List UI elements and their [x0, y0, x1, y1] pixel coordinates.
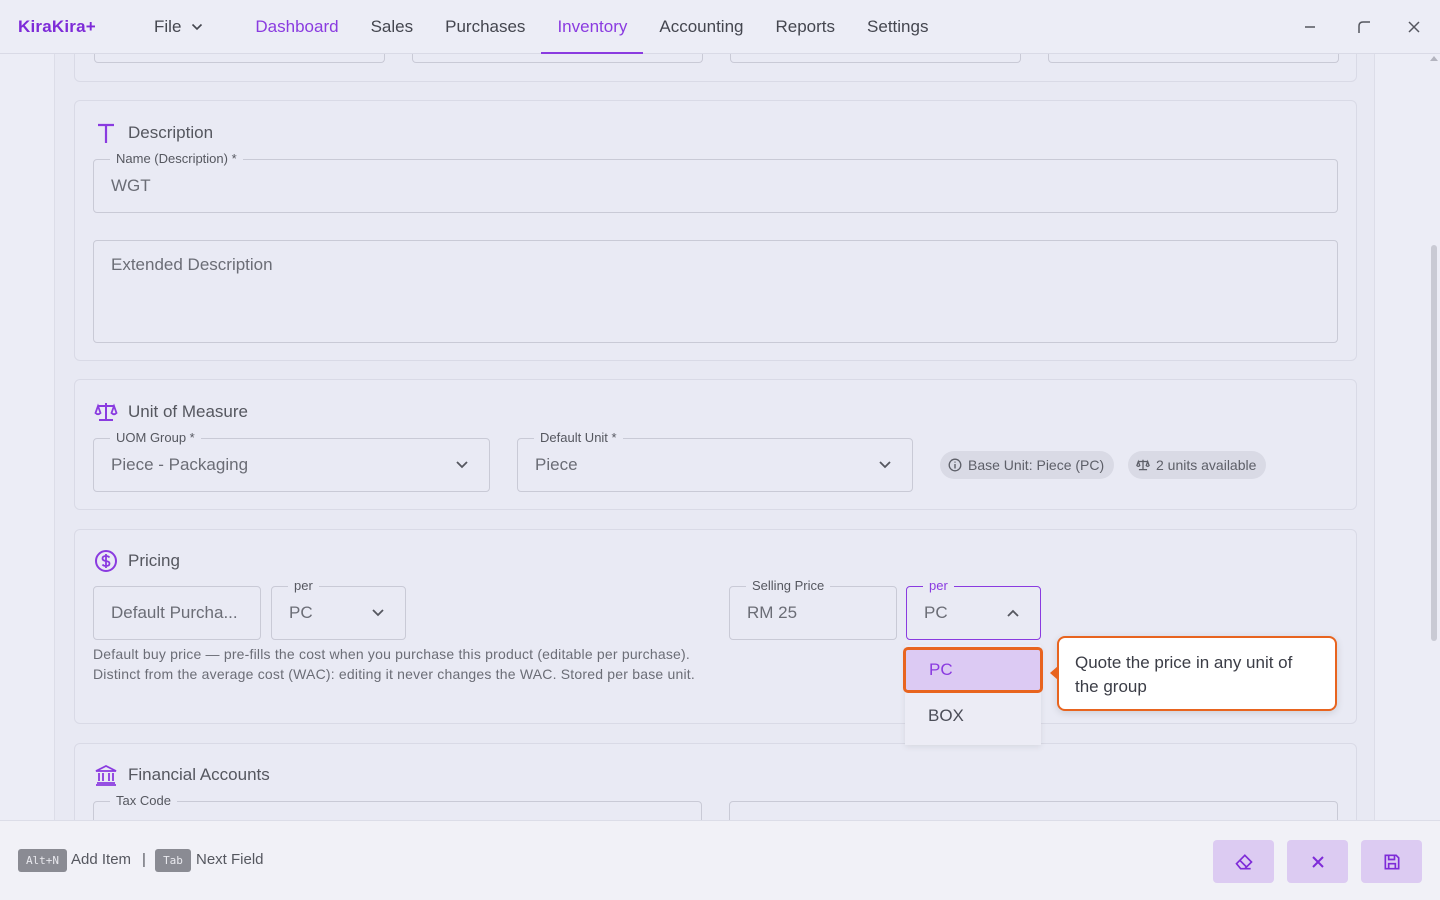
selling-price-input[interactable]: Selling Price RM 25: [729, 578, 897, 640]
minimize-icon: [1305, 26, 1315, 28]
scale-icon: [1136, 459, 1150, 471]
bank-icon: [95, 764, 117, 786]
default-purchase-price-placeholder: Default Purcha...: [111, 603, 238, 622]
minimize-button[interactable]: [1297, 14, 1323, 40]
save-icon: [1384, 854, 1399, 869]
shortcut-add-item-text: Add Item: [71, 851, 132, 868]
unit-option-box[interactable]: BOX: [905, 693, 1041, 739]
scale-icon: [94, 403, 118, 421]
uom-title: Unit of Measure: [94, 400, 248, 424]
purchase-price-help-text: Default buy price — pre-fills the cost w…: [93, 646, 695, 682]
extended-description-field[interactable]: Extended Description: [93, 240, 1338, 343]
chevron-down-icon: [372, 609, 384, 617]
selling-price-value: RM 25: [747, 603, 798, 622]
eraser-icon: [1234, 853, 1253, 869]
scroll-up-arrow[interactable]: [1430, 56, 1438, 61]
chevron-down-icon: [879, 461, 891, 469]
unit-of-measure-card: Unit of Measure UOM Group * Piece - Pack…: [74, 379, 1357, 510]
purchase-unit-select[interactable]: per PC: [271, 578, 406, 640]
cancel-button[interactable]: [1287, 840, 1348, 883]
shortcut-key-add-item: Alt+N: [18, 849, 67, 872]
main-nav: File Dashboard Sales Purchases Inventory…: [154, 0, 944, 54]
default-unit-select[interactable]: Default Unit * Piece: [517, 430, 913, 492]
restore-icon: [1358, 21, 1370, 33]
purchase-unit-value: PC: [289, 603, 313, 622]
name-description-field[interactable]: Name (Description) * WGT: [93, 151, 1338, 213]
pricing-title: Pricing: [94, 549, 180, 573]
tax-code-label: Tax Code: [110, 793, 177, 809]
dollar-circle-icon: [95, 550, 117, 572]
file-menu[interactable]: File: [154, 0, 239, 54]
nav-purchases[interactable]: Purchases: [429, 0, 541, 54]
save-button[interactable]: [1361, 840, 1422, 883]
description-title: Description: [94, 121, 213, 145]
nav-settings[interactable]: Settings: [851, 0, 944, 54]
base-unit-chip: Base Unit: Piece (PC): [940, 451, 1115, 479]
selling-unit-value: PC: [924, 603, 948, 622]
uom-group-value: Piece - Packaging: [111, 455, 249, 474]
default-purchase-price-input[interactable]: Default Purcha...: [93, 586, 261, 640]
close-window-button[interactable]: [1401, 14, 1427, 40]
unit-option-pc[interactable]: PC: [903, 647, 1043, 693]
description-card: Description Name (Description) * WGT Ext…: [74, 100, 1357, 361]
close-icon: [1408, 21, 1420, 33]
chevron-down-icon: [192, 23, 203, 31]
nav-dashboard[interactable]: Dashboard: [239, 0, 354, 54]
extended-description-placeholder: Extended Description: [111, 255, 273, 274]
info-icon: [948, 458, 962, 472]
top-bar: KiraKira+ File Dashboard Sales Purchases…: [0, 0, 1440, 54]
shortcut-separator: |: [142, 851, 146, 868]
maximize-button[interactable]: [1351, 14, 1377, 40]
uom-group-select[interactable]: UOM Group * Piece - Packaging: [93, 430, 490, 492]
close-icon: [1311, 855, 1324, 868]
name-description-value: WGT: [111, 176, 151, 195]
chevron-up-icon: [1007, 609, 1019, 617]
nav-reports[interactable]: Reports: [760, 0, 852, 54]
nav-inventory[interactable]: Inventory: [541, 0, 644, 54]
scrollbar-thumb[interactable]: [1431, 245, 1437, 641]
default-unit-value: Piece: [535, 455, 578, 474]
nav-accounting[interactable]: Accounting: [643, 0, 759, 54]
shortcut-key-next-field: Tab: [155, 849, 191, 872]
unit-tooltip: Quote the price in any unit of the group: [1050, 636, 1337, 711]
file-menu-label: File: [154, 17, 182, 36]
app-logo: KiraKira+: [18, 17, 96, 36]
financial-accounts-title: Financial Accounts: [94, 763, 270, 787]
footer-bar: Alt+N Add Item | Tab Next Field: [0, 820, 1440, 900]
clear-button[interactable]: [1213, 840, 1274, 883]
chevron-down-icon: [456, 461, 468, 469]
text-icon: [98, 123, 114, 143]
selling-unit-select[interactable]: per PC: [906, 578, 1041, 640]
unit-dropdown-menu: PC BOX: [903, 645, 1043, 745]
nav-sales[interactable]: Sales: [355, 0, 430, 54]
shortcut-next-field-text: Next Field: [196, 851, 264, 868]
units-available-chip: 2 units available: [1128, 451, 1267, 479]
